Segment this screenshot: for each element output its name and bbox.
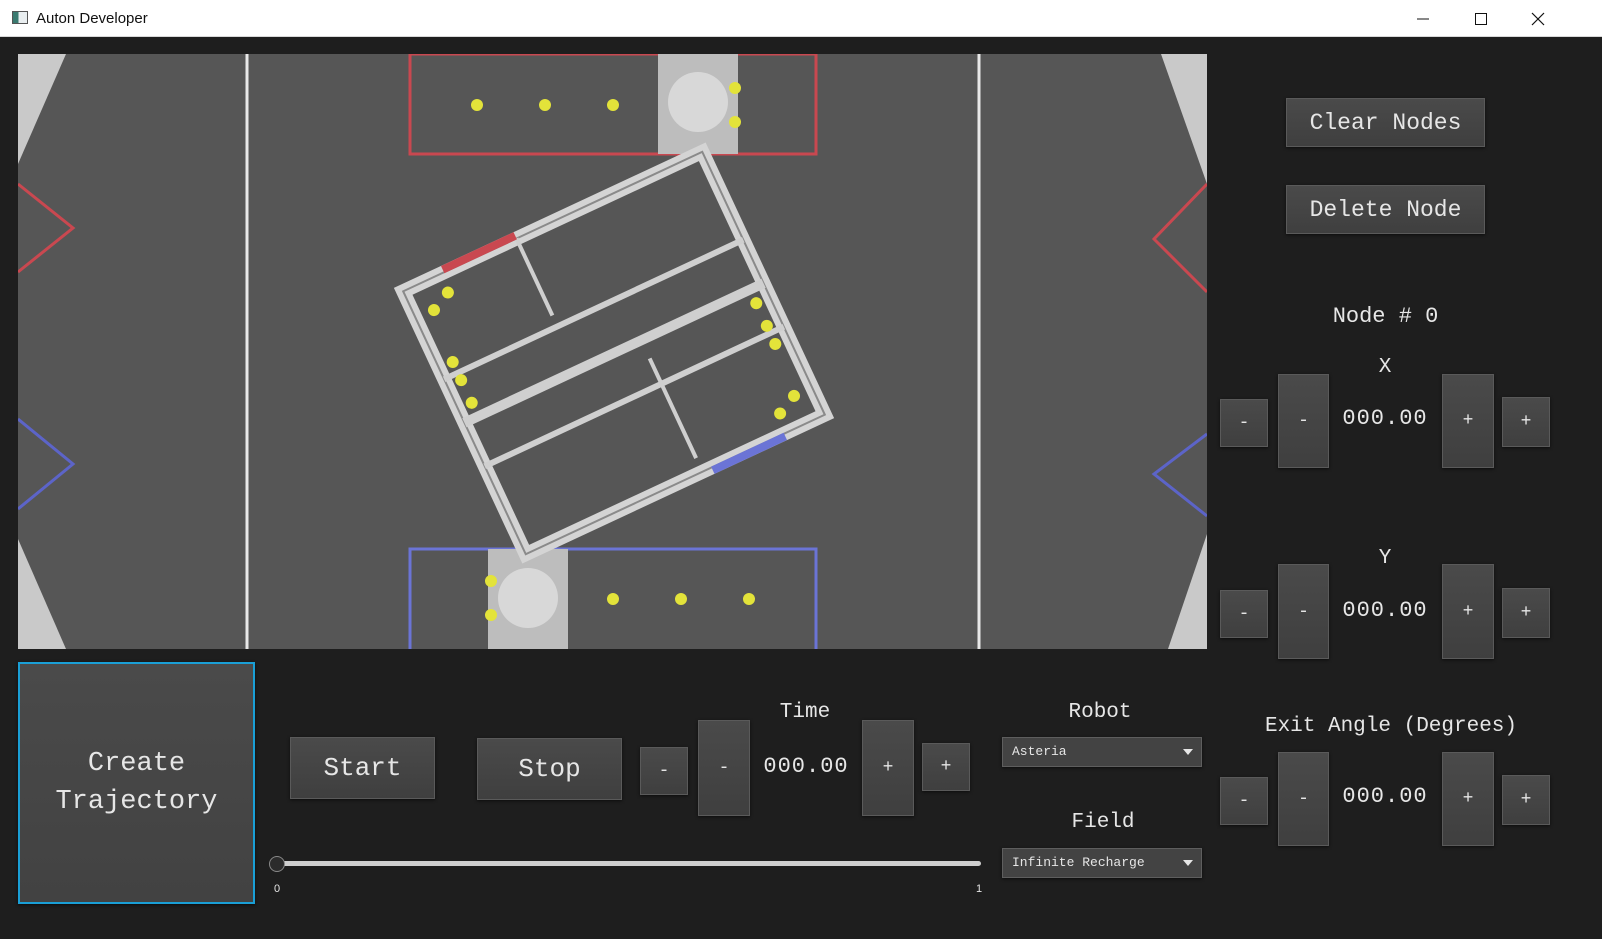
slider-min-label: 0: [274, 883, 281, 895]
time-slider-thumb[interactable]: [269, 856, 285, 872]
node-title: Node # 0: [1332, 304, 1439, 329]
time-minus-button[interactable]: -: [698, 720, 750, 816]
time-label: Time: [779, 701, 831, 724]
robot-select-value: Asteria: [1012, 744, 1067, 759]
clear-nodes-button[interactable]: Clear Nodes: [1286, 98, 1485, 147]
minimize-icon: [1417, 18, 1429, 20]
app-icon: [12, 11, 28, 24]
y-minus-small-button[interactable]: -: [1220, 590, 1268, 638]
field-select[interactable]: Infinite Recharge: [1002, 848, 1202, 878]
create-trajectory-button[interactable]: Create Trajectory: [18, 662, 255, 904]
angle-plus-small-button[interactable]: +: [1502, 775, 1550, 825]
chevron-down-icon: [1183, 860, 1193, 866]
window-title: Auton Developer: [36, 10, 148, 27]
time-value[interactable]: 000.00: [752, 754, 860, 779]
close-icon: [1531, 12, 1545, 26]
angle-plus-button[interactable]: +: [1442, 752, 1494, 846]
angle-minus-button[interactable]: -: [1278, 752, 1329, 846]
start-button[interactable]: Start: [290, 737, 435, 799]
time-minus-small-button[interactable]: -: [640, 747, 688, 795]
delete-node-button[interactable]: Delete Node: [1286, 185, 1485, 234]
robot-label: Robot: [1068, 701, 1132, 724]
exit-angle-label: Exit Angle (Degrees): [1264, 715, 1518, 738]
robot-select[interactable]: Asteria: [1002, 737, 1202, 767]
y-value[interactable]: 000.00: [1330, 598, 1440, 623]
y-minus-button[interactable]: -: [1278, 564, 1329, 659]
maximize-icon: [1475, 13, 1487, 25]
maximize-button[interactable]: [1452, 0, 1510, 37]
field-label: Field: [1071, 811, 1135, 834]
x-label: X: [1378, 356, 1392, 379]
title-bar: Auton Developer: [0, 0, 1602, 37]
slider-max-label: 1: [976, 883, 983, 895]
angle-minus-small-button[interactable]: -: [1220, 777, 1268, 825]
x-plus-button[interactable]: +: [1442, 374, 1494, 468]
y-plus-button[interactable]: +: [1442, 564, 1494, 659]
chevron-down-icon: [1183, 749, 1193, 755]
x-minus-small-button[interactable]: -: [1220, 399, 1268, 447]
close-button[interactable]: [1509, 0, 1567, 37]
x-value[interactable]: 000.00: [1330, 406, 1440, 431]
y-plus-small-button[interactable]: +: [1502, 588, 1550, 638]
angle-value[interactable]: 000.00: [1330, 784, 1440, 809]
time-plus-button[interactable]: +: [862, 720, 914, 816]
x-plus-small-button[interactable]: +: [1502, 397, 1550, 447]
stop-button[interactable]: Stop: [477, 738, 622, 800]
field-map[interactable]: [18, 54, 1207, 649]
time-plus-small-button[interactable]: +: [922, 743, 970, 791]
time-slider-track[interactable]: [277, 861, 981, 866]
x-minus-button[interactable]: -: [1278, 374, 1329, 468]
minimize-button[interactable]: [1394, 0, 1452, 37]
field-select-value: Infinite Recharge: [1012, 855, 1145, 870]
y-label: Y: [1378, 547, 1392, 570]
